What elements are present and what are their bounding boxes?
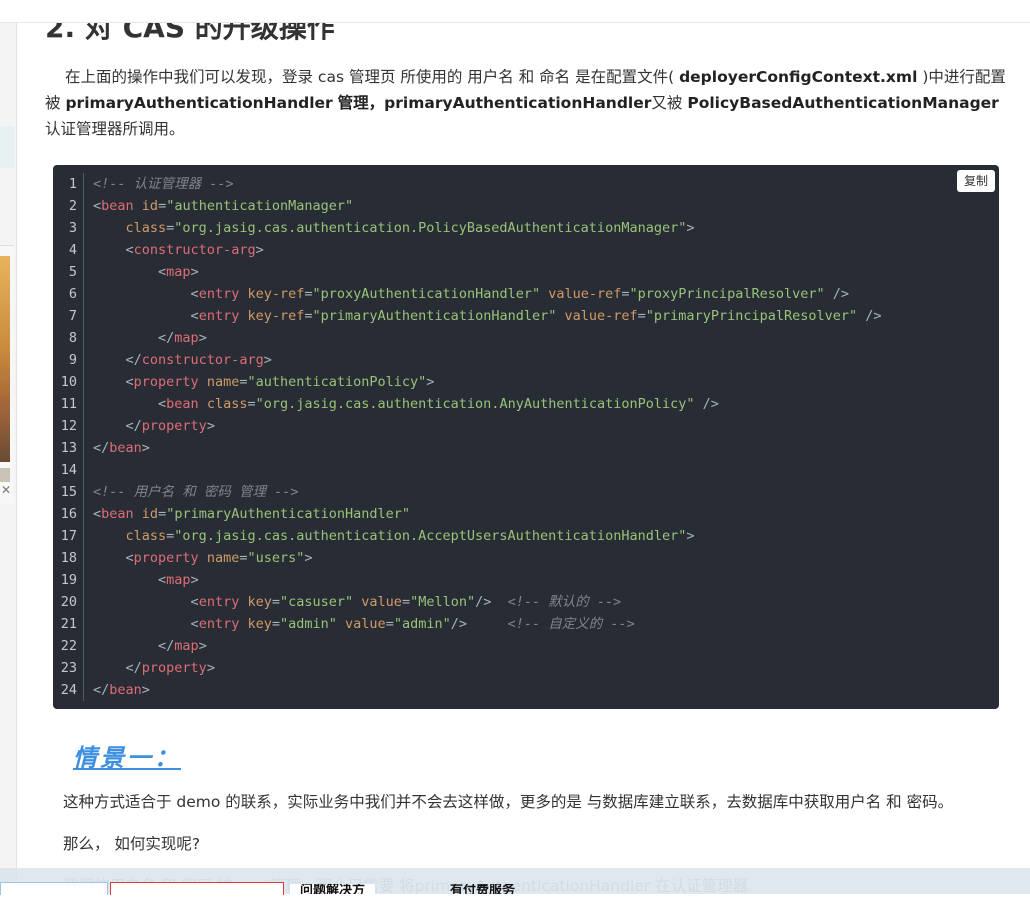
code-line: 1 <!-- 认证管理器 -->	[68, 176, 234, 192]
code-line: 4 <constructor-arg>	[68, 242, 264, 258]
code-line: 3 class="org.jasig.cas.authentication.Po…	[68, 220, 695, 236]
code-line: 23 </property>	[60, 660, 215, 676]
bottom-action-button[interactable]	[110, 882, 284, 895]
sidebar-ad-thumb	[0, 468, 10, 482]
code-line: 20 <entry key="casuser" value="Mellon"/>…	[60, 594, 622, 610]
bottom-search-field[interactable]	[0, 882, 108, 895]
code-line: 9 </constructor-arg>	[68, 352, 272, 368]
sidebar-block	[0, 126, 14, 168]
intro-paragraph: 在上面的操作中我们可以发现，登录 cas 管理页 所使用的 用户名 和 命名 是…	[45, 68, 1006, 138]
code-line: 17 class="org.jasig.cas.authentication.A…	[60, 528, 695, 544]
close-icon[interactable]: ✕	[0, 483, 12, 497]
code-line: 22 </map>	[60, 638, 207, 654]
paragraph-demo-note: 这种方式适合于 demo 的联系，实际业务中我们并不会去这样做，更多的是 与数据…	[63, 793, 954, 811]
bottom-tab-1[interactable]: 问题解决方	[290, 884, 376, 894]
code-line: 21 <entry key="admin" value="admin"/> <!…	[60, 616, 635, 632]
browser-top-bar	[0, 0, 1030, 23]
paragraph-question: 那么， 如何实现呢?	[63, 835, 201, 853]
code-line: 19 <map>	[60, 572, 199, 588]
code-line: 13 </bean>	[60, 440, 150, 456]
code-line: 7 <entry key-ref="primaryAuthenticationH…	[68, 308, 882, 324]
code-line: 15 <!-- 用户名 和 密码 管理 -->	[60, 484, 299, 500]
code-line: 2 <bean id="authenticationManager"	[68, 198, 354, 214]
code-line: 5 <map>	[68, 264, 199, 280]
sidebar-ad-image[interactable]	[0, 256, 10, 462]
scene-one-heading: 情景一：	[73, 744, 181, 772]
left-sidebar-edge: ✕	[0, 0, 17, 894]
code-line: 18 <property name="users">	[60, 550, 313, 566]
code-line: 11 <bean class="org.jasig.cas.authentica…	[60, 396, 719, 412]
code-block: 复制 1 <!-- 认证管理器 --> 2 <bean id="authentica…	[53, 165, 999, 709]
code-lines: 1 <!-- 认证管理器 --> 2 <bean id="authenticatio…	[53, 173, 999, 701]
code-line: 10 <property name="authenticationPolicy"…	[60, 374, 435, 390]
code-line: 6 <entry key-ref="proxyAuthenticationHan…	[68, 286, 850, 302]
bottom-tab-2[interactable]: 有付费服务	[440, 884, 525, 894]
bottom-floating-bar: 问题解决方 有付费服务	[0, 868, 1030, 895]
code-line: 16 <bean id="primaryAuthenticationHandler…	[60, 506, 411, 522]
code-line: 14	[60, 462, 77, 478]
code-line: 8 </map>	[68, 330, 207, 346]
code-line: 24 </bean>	[60, 682, 150, 698]
code-line: 12 </property>	[60, 418, 215, 434]
